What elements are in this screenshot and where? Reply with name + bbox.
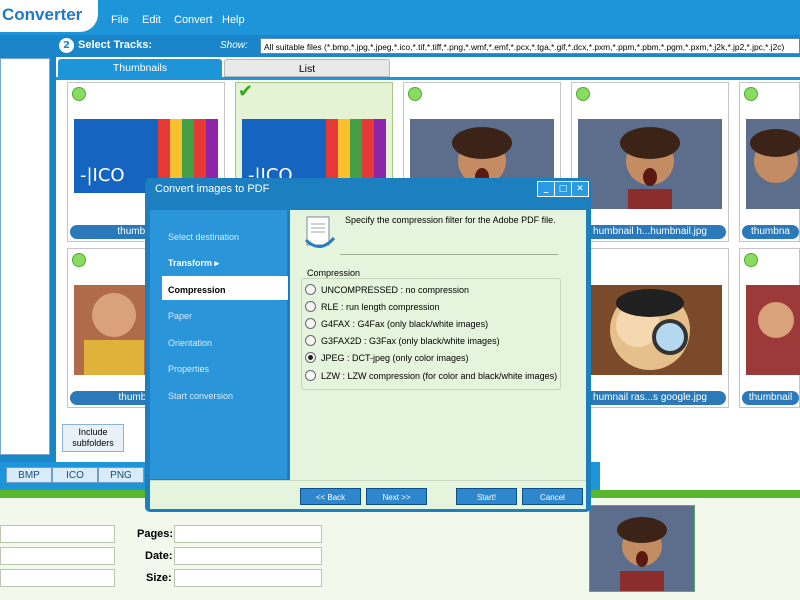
thumbnail-caption: thumbna <box>742 225 799 239</box>
pages-label: Pages: <box>137 528 174 540</box>
cancel-button[interactable]: Cancel <box>522 488 583 505</box>
nav-transform[interactable]: Transform ▸ <box>168 258 219 269</box>
size-label: Size: <box>146 572 172 584</box>
back-button[interactable]: << Back <box>300 488 361 505</box>
status-dot-icon <box>72 253 86 267</box>
preview-image <box>589 505 695 592</box>
thumbnail-caption: thumbnail <box>742 391 799 405</box>
nav-compression[interactable]: Compression <box>168 285 226 295</box>
menu-help[interactable]: Help <box>222 14 245 26</box>
dialog-title: Convert images to PDF <box>155 183 270 195</box>
next-button[interactable]: Next >> <box>366 488 427 505</box>
file-filter-select[interactable]: All suitable files (*.bmp,*.jpg,*.jpeg,*… <box>260 38 800 54</box>
option-uncompressed[interactable]: UNCOMPRESSED : no compression <box>305 284 470 296</box>
format-bmp-button[interactable]: BMP <box>6 467 52 483</box>
menu-edit[interactable]: Edit <box>142 14 161 26</box>
option-rle[interactable]: RLE : run length compression <box>305 301 440 313</box>
thumbnail-caption: humbnail h...humbnail.jpg <box>574 225 726 239</box>
menu-convert[interactable]: Convert <box>174 14 213 26</box>
document-icon <box>302 214 338 252</box>
pages-field[interactable] <box>174 525 322 543</box>
nav-start-conversion[interactable]: Start conversion <box>168 391 233 401</box>
radio-button[interactable] <box>305 318 316 330</box>
maximize-icon[interactable]: □ <box>554 181 572 197</box>
nav-select-destination[interactable]: Select destination <box>168 232 239 242</box>
photo <box>746 119 800 209</box>
photo <box>578 119 722 209</box>
app-title: Converter <box>2 5 83 24</box>
chevron-right-icon: ▸ <box>212 258 220 268</box>
radio-button[interactable] <box>305 284 316 296</box>
radio-button[interactable] <box>305 370 316 382</box>
option-lzw[interactable]: LZW : LZW compression (for color and bla… <box>305 370 558 382</box>
thumbnail-caption: humnail ras...s google.jpg <box>574 391 726 405</box>
step-badge: 2 <box>59 38 74 53</box>
instruction-text: Specify the compression filter for the A… <box>345 215 556 225</box>
menu-file[interactable]: File <box>111 14 129 26</box>
option-label: G3FAX2D : G3Fax (only black/white images… <box>321 336 500 346</box>
thumbnail-card[interactable]: humbnail h...humbnail.jpg <box>571 82 729 242</box>
folder-tree[interactable] <box>0 58 50 455</box>
thumbnail-card[interactable]: thumbna <box>739 82 800 242</box>
option-label: G4FAX : G4Fax (only black/white images) <box>321 319 489 329</box>
option-label: JPEG : DCT-jpeg (only color images) <box>321 353 469 363</box>
thumbnail-card[interactable]: thumbnail <box>739 248 800 408</box>
compression-group-label: Compression <box>307 268 361 278</box>
photo <box>578 285 722 375</box>
option-label: LZW : LZW compression (for color and bla… <box>321 371 558 381</box>
check-icon: ✔ <box>238 81 254 102</box>
tab-thumbnails[interactable]: Thumbnails <box>58 59 222 77</box>
svg-text:-|ICO: -|ICO <box>80 165 125 186</box>
status-dot-icon <box>744 253 758 267</box>
info-field[interactable] <box>0 547 115 565</box>
date-field[interactable] <box>174 547 322 565</box>
radio-button[interactable] <box>305 335 316 347</box>
date-label: Date: <box>145 550 173 562</box>
option-jpeg[interactable]: JPEG : DCT-jpeg (only color images) <box>305 352 469 364</box>
radio-button[interactable] <box>305 301 316 313</box>
radio-button-selected[interactable] <box>305 352 316 364</box>
nav-transform-label: Transform <box>168 258 213 268</box>
nav-properties[interactable]: Properties <box>168 364 209 374</box>
minimize-icon[interactable]: _ <box>537 181 555 197</box>
include-subfolders-button[interactable]: Include subfolders <box>62 424 124 452</box>
info-field[interactable] <box>0 525 115 543</box>
option-g3fax2d[interactable]: G3FAX2D : G3Fax (only black/white images… <box>305 335 500 347</box>
close-icon[interactable]: ✕ <box>571 181 589 197</box>
format-ico-button[interactable]: ICO <box>52 467 98 483</box>
option-label: RLE : run length compression <box>321 302 440 312</box>
photo <box>746 285 800 375</box>
section-title: Select Tracks: <box>78 39 152 51</box>
nav-paper[interactable]: Paper <box>168 311 192 321</box>
status-dot-icon <box>408 87 422 101</box>
option-label: UNCOMPRESSED : no compression <box>321 285 470 295</box>
tab-list[interactable]: List <box>224 59 390 77</box>
info-field[interactable] <box>0 569 115 587</box>
format-png-button[interactable]: PNG <box>98 467 144 483</box>
start-button[interactable]: Start! <box>456 488 517 505</box>
show-label: Show: <box>220 40 248 51</box>
status-dot-icon <box>576 87 590 101</box>
thumbnail-card[interactable]: humnail ras...s google.jpg <box>571 248 729 408</box>
size-field[interactable] <box>174 569 322 587</box>
nav-orientation[interactable]: Orientation <box>168 338 212 348</box>
divider <box>340 254 558 255</box>
option-g4fax[interactable]: G4FAX : G4Fax (only black/white images) <box>305 318 489 330</box>
status-dot-icon <box>72 87 86 101</box>
status-dot-icon <box>744 87 758 101</box>
